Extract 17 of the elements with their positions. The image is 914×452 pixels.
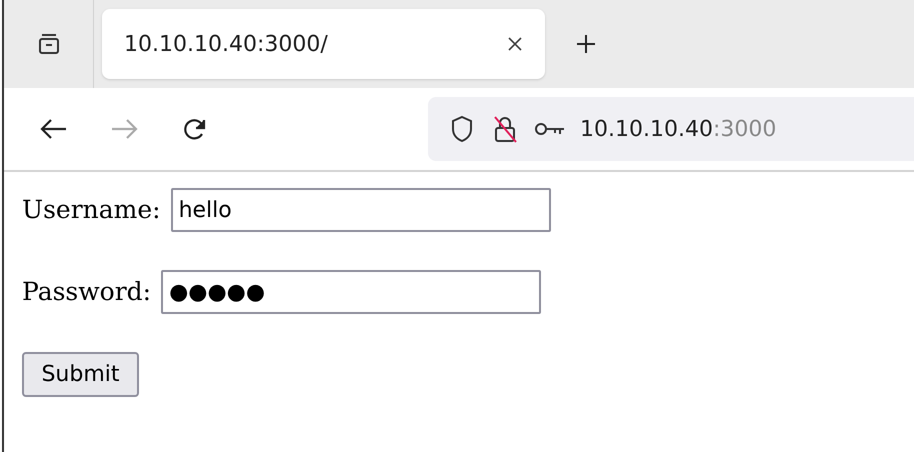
back-arrow-icon[interactable] (38, 117, 68, 141)
browser-tab[interactable]: 10.10.10.40:3000/ (102, 9, 545, 79)
url-port: :3000 (712, 116, 776, 144)
submit-button[interactable]: Submit (22, 352, 139, 397)
reload-icon[interactable] (182, 116, 208, 142)
address-bar[interactable]: 10.10.10.40:3000 (428, 97, 914, 161)
close-icon[interactable] (507, 36, 523, 52)
url-host: 10.10.10.40 (580, 116, 713, 144)
crossed-lock-icon[interactable] (492, 114, 518, 144)
input-field[interactable]: ●●●●● (161, 270, 542, 314)
key-icon[interactable] (534, 121, 566, 137)
field-label: Password: (22, 276, 152, 308)
new-tab-icon[interactable] (575, 33, 597, 55)
shield-icon[interactable] (450, 115, 474, 143)
input-field[interactable]: hello (170, 188, 551, 232)
tab-tray-icon[interactable] (36, 32, 60, 56)
field-label: Username: (22, 194, 161, 226)
